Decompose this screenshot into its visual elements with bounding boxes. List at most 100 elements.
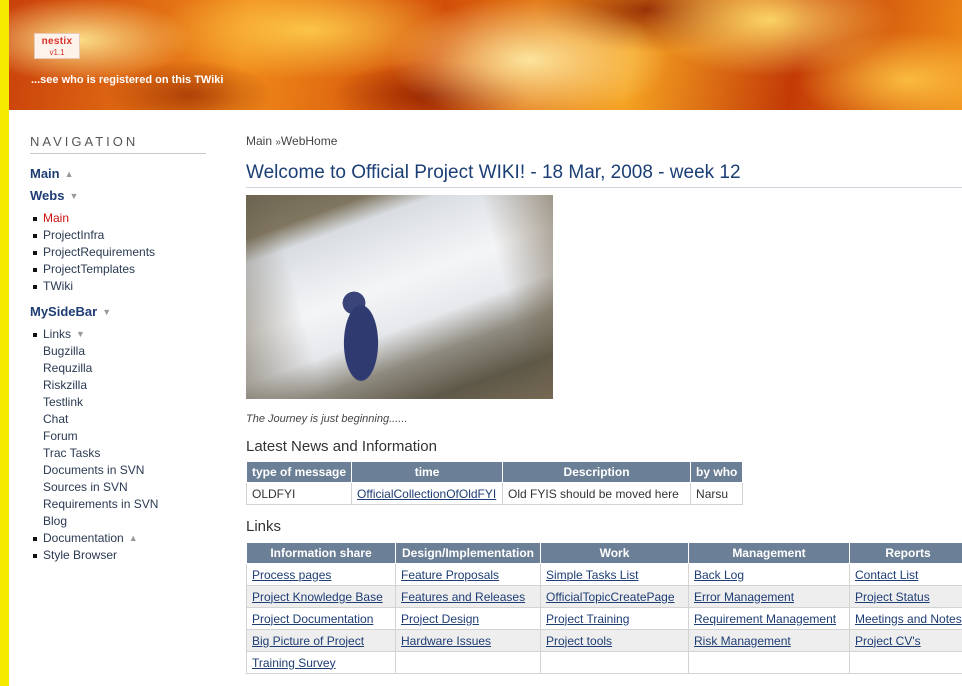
- registered-users-link[interactable]: ...see who is registered on this TWiki: [31, 74, 223, 86]
- link-project-knowledge-base[interactable]: Project Knowledge Base: [252, 590, 383, 604]
- bullet-icon: [33, 536, 37, 541]
- table-row: Training Survey: [246, 651, 962, 674]
- breadcrumb: Main »WebHome: [246, 134, 962, 148]
- news-col-time[interactable]: time: [351, 461, 504, 483]
- sidebar-item-label: ProjectRequirements: [43, 245, 156, 259]
- sidebar-item-projecttemplates[interactable]: ProjectTemplates: [30, 261, 206, 278]
- link-project-documentation[interactable]: Project Documentation: [252, 612, 373, 626]
- sidebar-link-riskzilla[interactable]: Riskzilla: [30, 377, 206, 394]
- sidebar-item-label: Links: [43, 327, 72, 341]
- news-description-cell: Old FYIS should be moved here: [502, 482, 692, 505]
- caret-down-icon[interactable]: ▼: [69, 191, 78, 201]
- news-time-link[interactable]: OfficialCollectionOfOldFYI: [357, 487, 496, 501]
- link-official-topic-create-page[interactable]: OfficialTopicCreatePage: [546, 590, 675, 604]
- link-project-cvs[interactable]: Project CV's: [855, 634, 921, 648]
- news-col-by-who[interactable]: by who: [690, 461, 744, 483]
- sidebar-link-blog[interactable]: Blog: [30, 513, 206, 530]
- navigation-title: NAVIGATION: [30, 134, 206, 154]
- table-cell: Contact List: [849, 563, 962, 586]
- links-col-information-share[interactable]: Information share: [246, 542, 396, 564]
- table-cell: Project Training: [540, 607, 689, 630]
- link-process-pages[interactable]: Process pages: [252, 568, 331, 582]
- sidebar-item-style-browser[interactable]: Style Browser: [30, 547, 206, 564]
- sidebar-item-documentation[interactable]: Documentation ▲: [30, 530, 206, 547]
- link-back-log[interactable]: Back Log: [694, 568, 744, 582]
- table-cell: Project Knowledge Base: [246, 585, 396, 608]
- sidebar-webs-heading[interactable]: Webs ▼: [30, 188, 206, 203]
- sidebar-item-label: Main: [43, 211, 70, 225]
- link-meetings-and-notes[interactable]: Meetings and Notes: [855, 612, 962, 626]
- sidebar-link-documents-svn[interactable]: Documents in SVN: [30, 462, 206, 479]
- sidebar-link-testlink[interactable]: Testlink: [30, 394, 206, 411]
- table-cell: Project Status: [849, 585, 962, 608]
- sidebar-item-twiki[interactable]: TWiki: [30, 278, 206, 295]
- table-cell: [688, 651, 850, 674]
- news-heading: Latest News and Information: [246, 438, 437, 455]
- link-training-survey[interactable]: Training Survey: [252, 656, 336, 670]
- sidebar-item-main[interactable]: Main: [30, 210, 206, 227]
- sidebar-link-bugzilla[interactable]: Bugzilla: [30, 343, 206, 360]
- sidebar-link-requzilla[interactable]: Requzilla: [30, 360, 206, 377]
- sidebar: NAVIGATION Main ▲ Webs ▼ Main ProjectInf…: [30, 134, 206, 573]
- mysidebar-list: Links ▼ Bugzilla Requzilla Riskzilla Test…: [30, 326, 206, 564]
- table-cell: OfficialTopicCreatePage: [540, 585, 689, 608]
- table-row: Project Documentation Project Design Pro…: [246, 607, 962, 630]
- sidebar-link-chat[interactable]: Chat: [30, 411, 206, 428]
- caret-up-icon[interactable]: ▲: [65, 169, 74, 179]
- link-project-tools[interactable]: Project tools: [546, 634, 612, 648]
- sidebar-item-links[interactable]: Links ▼: [30, 326, 206, 343]
- bullet-icon: [33, 216, 37, 221]
- sidebar-link-trac-tasks[interactable]: Trac Tasks: [30, 445, 206, 462]
- sidebar-mysidebar-heading[interactable]: MySideBar ▼: [30, 304, 206, 319]
- link-feature-proposals[interactable]: Feature Proposals: [401, 568, 499, 582]
- links-col-reports[interactable]: Reports: [849, 542, 962, 564]
- link-error-management[interactable]: Error Management: [694, 590, 794, 604]
- link-risk-management[interactable]: Risk Management: [694, 634, 791, 648]
- link-features-and-releases[interactable]: Features and Releases: [401, 590, 525, 604]
- table-cell: Requirement Management: [688, 607, 850, 630]
- sidebar-item-projectinfra[interactable]: ProjectInfra: [30, 227, 206, 244]
- table-cell: Big Picture of Project: [246, 629, 396, 652]
- sidebar-item-projectrequirements[interactable]: ProjectRequirements: [30, 244, 206, 261]
- breadcrumb-main-link[interactable]: Main: [246, 134, 272, 148]
- table-cell: Process pages: [246, 563, 396, 586]
- link-hardware-issues[interactable]: Hardware Issues: [401, 634, 491, 648]
- table-cell: Features and Releases: [395, 585, 541, 608]
- link-big-picture-of-project[interactable]: Big Picture of Project: [252, 634, 364, 648]
- sidebar-webs-label: Webs: [30, 188, 65, 203]
- link-project-status[interactable]: Project Status: [855, 590, 930, 604]
- link-project-design[interactable]: Project Design: [401, 612, 479, 626]
- news-table: type of message time Description by who …: [245, 461, 744, 505]
- logo-subtext: v1.1: [49, 48, 65, 57]
- sidebar-link-sources-svn[interactable]: Sources in SVN: [30, 479, 206, 496]
- table-cell: Meetings and Notes: [849, 607, 962, 630]
- link-contact-list[interactable]: Contact List: [855, 568, 918, 582]
- links-sublist: Bugzilla Requzilla Riskzilla Testlink Ch…: [30, 343, 206, 530]
- sidebar-link-requirements-svn[interactable]: Requirements in SVN: [30, 496, 206, 513]
- links-col-management[interactable]: Management: [688, 542, 850, 564]
- link-simple-tasks-list[interactable]: Simple Tasks List: [546, 568, 638, 582]
- news-author-cell: Narsu: [690, 482, 744, 505]
- table-cell: Project Documentation: [246, 607, 396, 630]
- sidebar-mysidebar-label: MySideBar: [30, 304, 98, 319]
- table-row: Project Knowledge Base Features and Rele…: [246, 585, 962, 608]
- caret-down-icon[interactable]: ▼: [76, 326, 85, 343]
- caret-up-icon[interactable]: ▲: [129, 530, 138, 547]
- news-col-description[interactable]: Description: [502, 461, 692, 483]
- table-cell: [540, 651, 689, 674]
- left-accent-strip: [0, 0, 9, 686]
- table-cell: Simple Tasks List: [540, 563, 689, 586]
- link-requirement-management[interactable]: Requirement Management: [694, 612, 836, 626]
- bullet-icon: [33, 332, 37, 337]
- caret-down-icon[interactable]: ▼: [102, 307, 111, 317]
- link-project-training[interactable]: Project Training: [546, 612, 629, 626]
- site-logo[interactable]: nestix v1.1: [34, 33, 80, 59]
- sidebar-item-label: Style Browser: [43, 548, 118, 562]
- links-col-work[interactable]: Work: [540, 542, 689, 564]
- main-content: Main »WebHome Welcome to Official Projec…: [245, 134, 962, 674]
- sidebar-main-heading[interactable]: Main ▲: [30, 166, 206, 181]
- news-col-type[interactable]: type of message: [245, 461, 353, 483]
- sidebar-link-forum[interactable]: Forum: [30, 428, 206, 445]
- table-cell: Error Management: [688, 585, 850, 608]
- links-col-design-implementation[interactable]: Design/Implementation: [395, 542, 541, 564]
